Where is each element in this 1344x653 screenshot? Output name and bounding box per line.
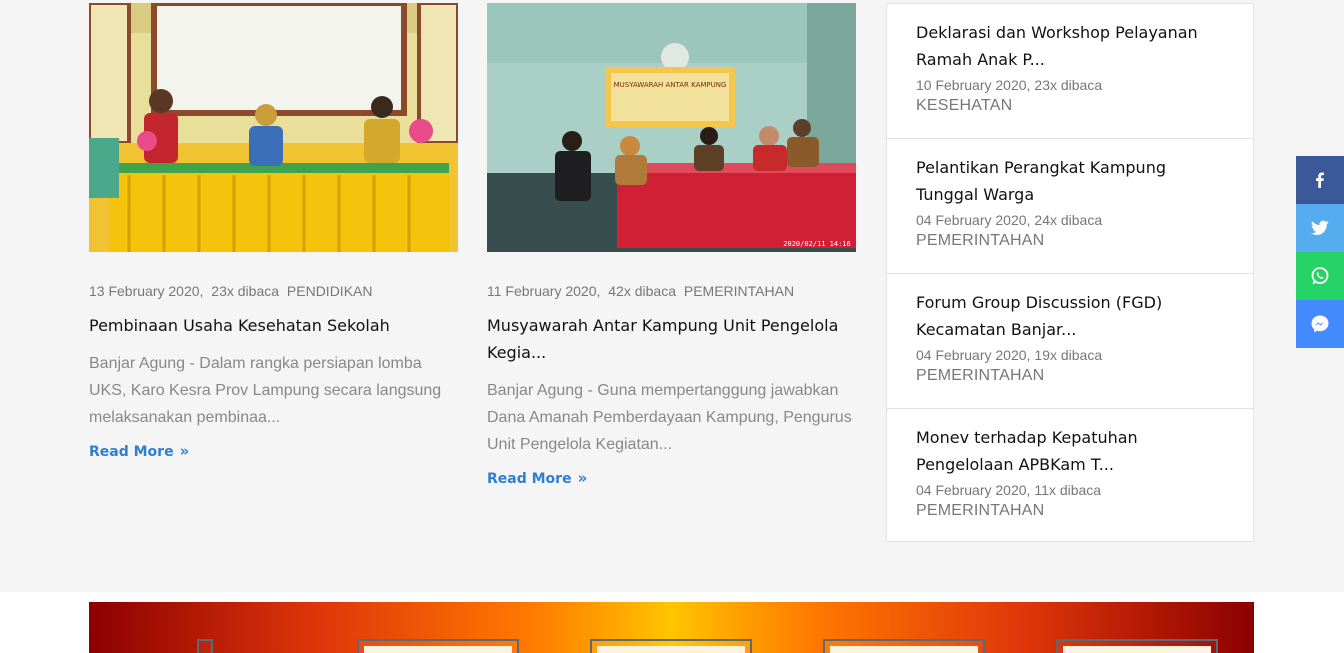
banner-frame [1056,639,1218,653]
article-meta: 13 February 2020, 23x dibaca PENDIDIKAN [89,283,376,299]
sidebar-post-title[interactable]: Monev terhadap Kepatuhan Pengelolaan APB… [916,424,1233,478]
article-date: 13 February 2020, [89,283,204,299]
article-category[interactable]: PENDIDIKAN [287,283,373,299]
facebook-icon [1316,172,1324,188]
sidebar-post-category[interactable]: PEMERINTAHAN [916,502,1233,520]
banner-frame [197,639,213,653]
share-messenger-button[interactable] [1296,300,1344,348]
twitter-icon [1311,220,1329,235]
photo-timestamp: 2020/02/11 14:16 [783,240,850,248]
read-more-link[interactable]: Read More » [487,469,587,487]
share-whatsapp-button[interactable] [1296,252,1344,300]
article-meta: 11 February 2020, 42x dibaca PEMERINTAHA… [487,283,798,299]
article-category[interactable]: PEMERINTAHAN [684,283,794,299]
photo-banner-text: MUSYAWARAH ANTAR KAMPUNG [614,81,727,89]
sidebar-post-views: 19x dibaca [1034,347,1103,363]
share-twitter-button[interactable] [1296,204,1344,252]
sidebar-post-date: 04 February 2020, [916,482,1031,498]
meeting-photo: MUSYAWARAH ANTAR KAMPUNG 2020/02/11 14:1… [487,3,856,252]
read-more-link[interactable]: Read More » [89,442,189,460]
sidebar-post-date: 04 February 2020, [916,347,1031,363]
sidebar-post-category[interactable]: KESEHATAN [916,97,1233,115]
sidebar-post-item[interactable]: Deklarasi dan Workshop Pelayanan Ramah A… [887,4,1253,139]
article-image[interactable] [89,3,458,252]
sidebar-post-title[interactable]: Deklarasi dan Workshop Pelayanan Ramah A… [916,19,1233,73]
share-facebook-button[interactable] [1296,156,1344,204]
sidebar-post-title[interactable]: Pelantikan Perangkat Kampung Tunggal War… [916,154,1233,208]
read-more-label: Read More [89,444,174,460]
sidebar-post-meta: 04 February 2020, 19x dibaca [916,347,1233,363]
article-excerpt: Banjar Agung - Guna mempertanggung jawab… [487,382,852,453]
article-date: 11 February 2020, [487,283,601,299]
banner-frame [590,639,752,653]
sidebar-post-item[interactable]: Pelantikan Perangkat Kampung Tunggal War… [887,139,1253,274]
sidebar-post-meta: 10 February 2020, 23x dibaca [916,77,1233,93]
sidebar-post-meta: 04 February 2020, 24x dibaca [916,212,1233,228]
article-excerpt: Banjar Agung - Dalam rangka persiapan lo… [89,355,442,426]
whatsapp-icon [1311,267,1329,285]
sidebar-post-views: 11x dibaca [1034,482,1102,498]
article-views: 23x dibaca [211,283,280,299]
double-chevron-right-icon: » [577,469,588,487]
messenger-icon [1311,315,1329,333]
read-more-label: Read More [487,471,572,487]
banner-frame [357,639,519,653]
sidebar-post-title[interactable]: Forum Group Discussion (FGD) Kecamatan B… [916,289,1233,343]
sidebar-post-item[interactable]: Forum Group Discussion (FGD) Kecamatan B… [887,274,1253,409]
sidebar-latest-posts: Deklarasi dan Workshop Pelayanan Ramah A… [886,3,1254,542]
double-chevron-right-icon: » [179,442,190,460]
article-card: MUSYAWARAH ANTAR KAMPUNG 2020/02/11 14:1… [487,3,856,487]
article-title[interactable]: Pembinaan Usaha Kesehatan Sekolah [89,312,458,339]
sidebar-post-category[interactable]: PEMERINTAHAN [916,232,1233,250]
sidebar-post-item[interactable]: Monev terhadap Kepatuhan Pengelolaan APB… [887,409,1253,544]
meeting-photo [89,3,458,252]
sidebar-post-category[interactable]: PEMERINTAHAN [916,367,1233,385]
article-image[interactable]: MUSYAWARAH ANTAR KAMPUNG 2020/02/11 14:1… [487,3,856,252]
sidebar-post-date: 04 February 2020, [916,212,1031,228]
sidebar-post-date: 10 February 2020, [916,77,1031,93]
sidebar-post-views: 24x dibaca [1034,212,1103,228]
sidebar-post-meta: 04 February 2020, 11x dibaca [916,482,1233,498]
article-card: 13 February 2020, 23x dibaca PENDIDIKAN … [89,3,458,460]
article-views: 42x dibaca [608,283,676,299]
sidebar-post-views: 23x dibaca [1034,77,1103,93]
promo-banner[interactable] [89,602,1254,653]
banner-frame [823,639,985,653]
article-title[interactable]: Musyawarah Antar Kampung Unit Pengelola … [487,312,856,366]
